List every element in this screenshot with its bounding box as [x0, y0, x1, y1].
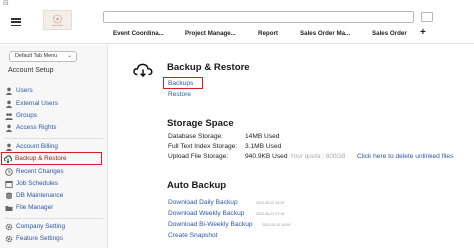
key-icon	[5, 124, 13, 132]
tab-project-management[interactable]: Project Manage...	[185, 30, 236, 37]
sidebar-item-file-manager[interactable]: File Manager	[5, 202, 53, 213]
cloud-download-icon	[133, 63, 153, 78]
sidebar-item-label: DB Maintenance	[16, 192, 64, 199]
full-text-index-value: 3.1MB Used	[245, 143, 282, 150]
gear-icon	[5, 223, 13, 231]
tab-menu-value: Default Tab Menu	[15, 53, 58, 59]
hamburger-menu-icon[interactable]	[11, 18, 21, 27]
weekly-backup-timestamp: 2023-05-21 07:15	[256, 212, 285, 216]
folder-icon	[5, 204, 13, 212]
sidebar-item-label: Users	[16, 87, 33, 94]
add-tab-button[interactable]: +	[420, 27, 426, 38]
sidebar-item-label: Feature Settings	[16, 235, 63, 242]
storage-space-title: Storage Space	[167, 118, 234, 129]
download-biweekly-backup-link[interactable]: Download Bi-Weekly Backup	[168, 221, 253, 228]
delete-unlinked-files-link[interactable]: Click here to delete unlinked files	[357, 153, 453, 160]
sidebar-item-label: Job Schedules	[16, 180, 58, 187]
sidebar-item-backup-restore[interactable]: Backup & Restore	[1, 152, 102, 165]
person-icon	[5, 143, 13, 151]
person-icon	[5, 87, 13, 95]
search-input[interactable]	[103, 11, 414, 23]
sidebar-divider	[5, 138, 103, 139]
database-icon	[5, 192, 13, 200]
sidebar-item-job-schedules[interactable]: Job Schedules	[5, 178, 58, 189]
sidebar-section-header: Account Setup	[8, 67, 54, 74]
sidebar-item-users[interactable]: Users	[5, 85, 33, 96]
upload-file-storage-label: Upload File Storage:	[168, 153, 229, 160]
sidebar-item-label: Groups	[16, 112, 37, 119]
group-icon	[5, 112, 13, 120]
sidebar-item-label: Access Rights	[16, 124, 57, 131]
cloud-download-icon	[4, 154, 12, 163]
person-icon	[5, 100, 13, 108]
tab-menu-select[interactable]: Default Tab Menu ⌄	[9, 51, 77, 62]
sidebar-item-label: Recent Changes	[16, 168, 64, 175]
top-bar: ⊟ Event Coordina... Project Manage... Re…	[0, 0, 474, 44]
sidebar: Default Tab Menu ⌄ Account Setup Users E…	[0, 45, 108, 248]
sidebar-item-groups[interactable]: Groups	[5, 110, 37, 121]
tab-event-coordination[interactable]: Event Coordina...	[113, 30, 164, 37]
download-weekly-backup-link[interactable]: Download Weekly Backup	[168, 210, 244, 217]
upload-file-storage-value: 940.9KB Used	[245, 153, 288, 160]
sidebar-item-recent-changes[interactable]: Recent Changes	[5, 166, 64, 177]
sidebar-item-company-setting[interactable]: Company Setting	[5, 221, 65, 232]
sidebar-item-account-billing[interactable]: Account Billing	[5, 141, 58, 152]
sidebar-item-label: External Users	[16, 100, 58, 107]
tab-sales-order-management[interactable]: Sales Order Ma...	[300, 30, 350, 37]
company-logo[interactable]	[43, 10, 72, 30]
sidebar-item-db-maintenance[interactable]: DB Maintenance	[5, 190, 63, 201]
chevron-down-icon: ⌄	[66, 53, 72, 59]
backups-link[interactable]: Backups	[168, 80, 193, 87]
gear-icon	[5, 235, 13, 243]
auto-backup-title: Auto Backup	[167, 180, 227, 191]
database-storage-label: Database Storage:	[168, 133, 223, 140]
download-daily-backup-link[interactable]: Download Daily Backup	[168, 199, 238, 206]
create-snapshot-link[interactable]: Create Snapshot	[168, 232, 218, 239]
backup-restore-title: Backup & Restore	[167, 62, 250, 73]
full-text-index-label: Full Text Index Storage:	[168, 143, 238, 150]
quota-text: Your quota : 600GB	[290, 153, 346, 160]
calendar-icon	[5, 180, 13, 188]
sidebar-item-label: Company Setting	[16, 223, 66, 230]
daily-backup-timestamp: 2023-05-22 15:09	[256, 201, 285, 205]
sidebar-item-label: Account Billing	[16, 143, 58, 150]
window-icon: ⊟	[3, 0, 9, 7]
top-right-button[interactable]	[421, 12, 433, 22]
sidebar-item-feature-settings[interactable]: Feature Settings	[5, 233, 63, 244]
clock-icon	[5, 167, 13, 176]
sidebar-item-label: File Manager	[16, 204, 54, 211]
biweekly-backup-timestamp: 2023-05-15 16:50	[262, 223, 291, 227]
restore-link[interactable]: Restore	[168, 91, 191, 98]
database-storage-value: 14MB Used	[245, 133, 280, 140]
tab-report[interactable]: Report	[258, 30, 278, 37]
tab-sales-order[interactable]: Sales Order	[372, 30, 407, 37]
sidebar-item-label: Backup & Restore	[15, 155, 67, 162]
sidebar-item-access-rights[interactable]: Access Rights	[5, 122, 57, 133]
sidebar-item-external-users[interactable]: External Users	[5, 98, 58, 109]
sidebar-divider	[5, 218, 103, 219]
